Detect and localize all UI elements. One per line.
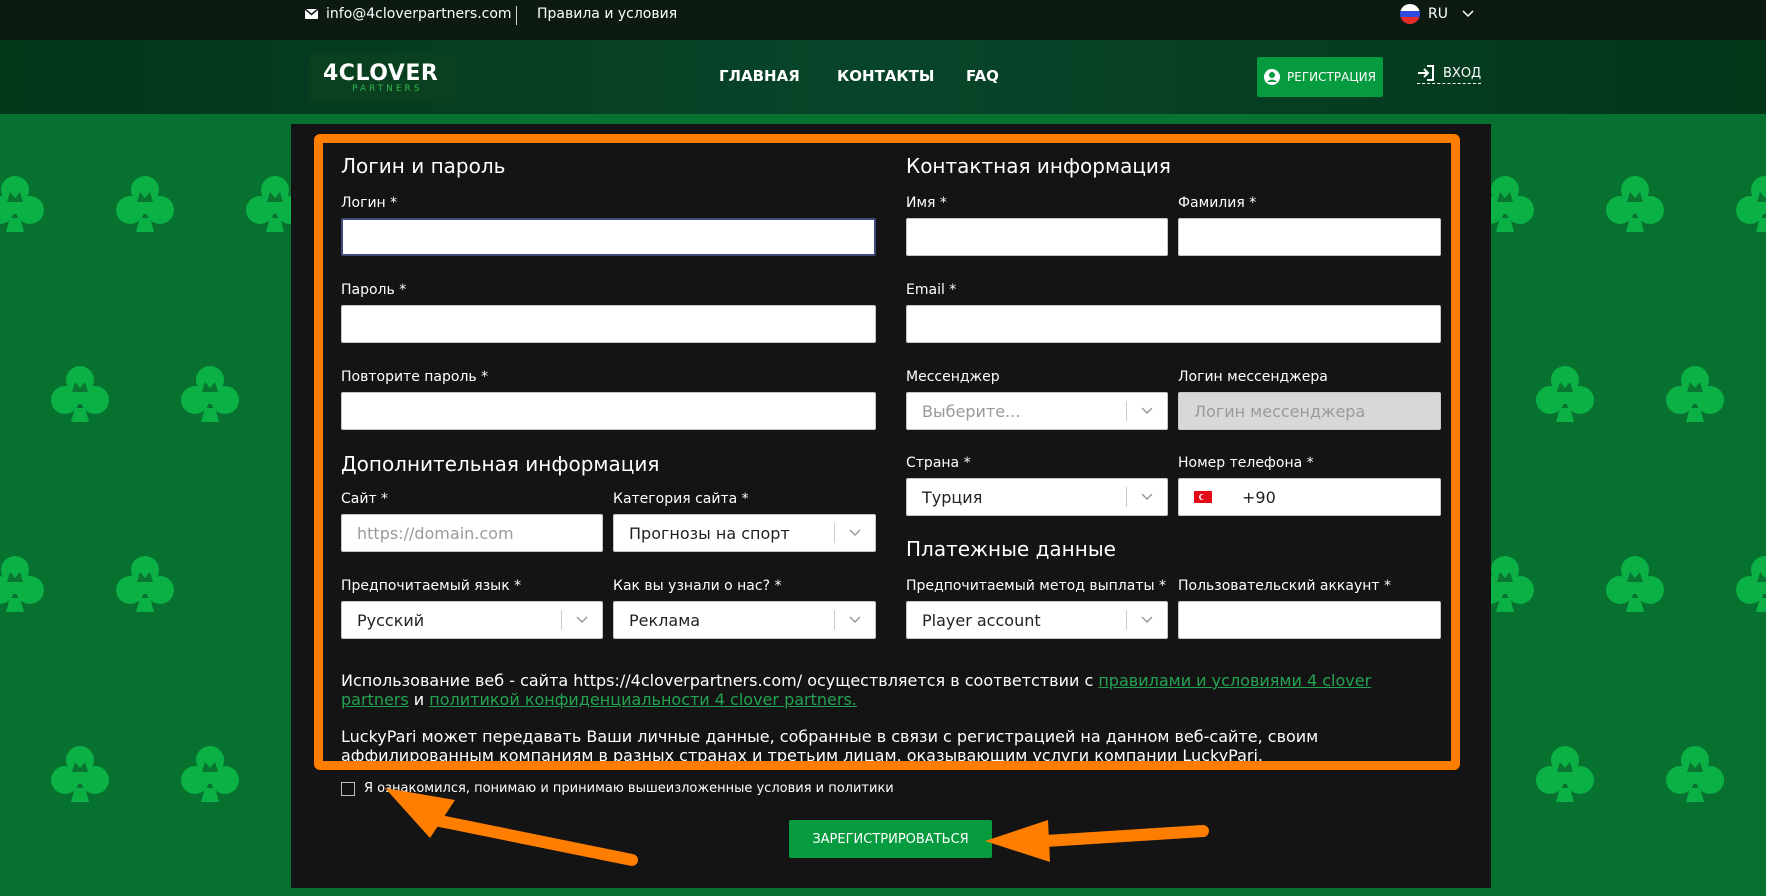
nav-home[interactable]: ГЛАВНАЯ <box>719 67 800 85</box>
russia-flag-icon <box>1400 4 1420 24</box>
email-text: info@4cloverpartners.com <box>326 6 512 22</box>
site-logo[interactable]: 4CLOVER PARTNERS <box>309 54 457 102</box>
terms-agree-label: Я ознакомился, понимаю и принимаю вышеиз… <box>364 781 894 796</box>
chevron-down-icon <box>1462 10 1474 18</box>
email-link[interactable]: info@4cloverpartners.com <box>305 6 512 22</box>
login-label: ВХОД <box>1443 65 1482 81</box>
sign-in-icon <box>1418 65 1434 81</box>
register-submit-button[interactable]: ЗАРЕГИСТРИРОВАТЬСЯ <box>789 820 992 858</box>
user-icon <box>1264 69 1281 85</box>
register-submit-label: ЗАРЕГИСТРИРОВАТЬСЯ <box>812 831 969 847</box>
language-code: RU <box>1428 6 1448 22</box>
terms-agree-checkbox[interactable] <box>341 781 355 796</box>
top-bar: info@4cloverpartners.com Правила и услов… <box>0 0 1766 40</box>
mail-icon <box>305 9 318 19</box>
login-link[interactable]: ВХОД <box>1417 65 1482 84</box>
divider <box>516 6 517 25</box>
register-header-button[interactable]: РЕГИСТРАЦИЯ <box>1257 57 1383 97</box>
register-header-label: РЕГИСТРАЦИЯ <box>1287 70 1376 84</box>
logo-sub-text: PARTNERS <box>352 84 423 94</box>
language-selector[interactable]: RU <box>1400 4 1474 24</box>
terms-link[interactable]: Правила и условия <box>537 6 677 22</box>
highlight-frame <box>314 134 1460 770</box>
nav-contacts[interactable]: КОНТАКТЫ <box>837 67 934 85</box>
nav-faq[interactable]: FAQ <box>966 67 999 85</box>
terms-agree-row[interactable]: Я ознакомился, понимаю и принимаю вышеиз… <box>341 781 894 796</box>
logo-main-text: 4CLOVER <box>323 61 439 86</box>
